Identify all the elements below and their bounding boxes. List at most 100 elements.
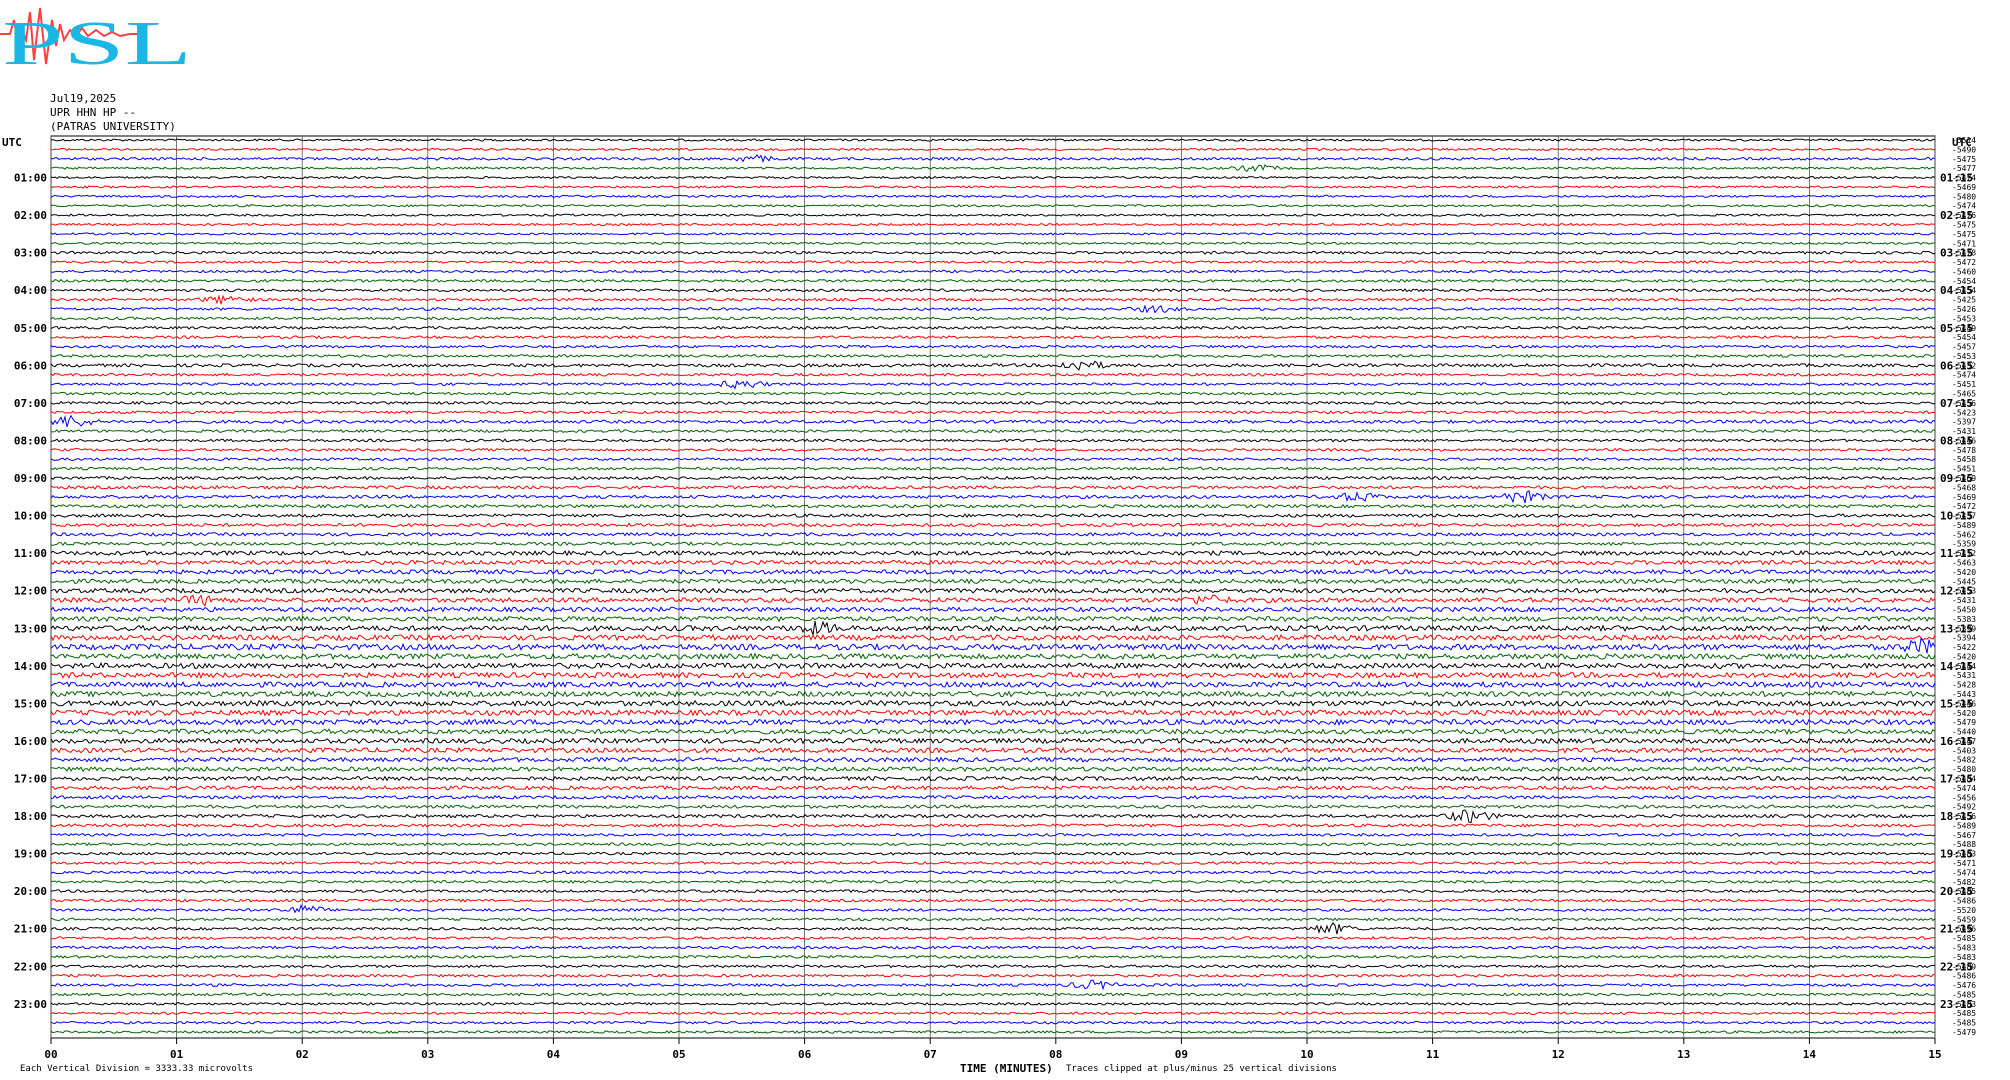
left-hour-label: 10:00 bbox=[14, 510, 47, 523]
trace-line bbox=[50, 513, 1936, 518]
trace-line bbox=[50, 185, 1936, 189]
right-hour-label: 19:15 bbox=[1940, 848, 1973, 861]
right-hour-label: 09:15 bbox=[1940, 472, 1973, 485]
trace-offset-label: -5460 bbox=[1952, 267, 1976, 276]
x-tick-label: 04 bbox=[547, 1048, 561, 1061]
trace-line bbox=[50, 503, 1936, 509]
trace-line bbox=[50, 718, 1936, 726]
right-hour-label: 10:15 bbox=[1940, 510, 1973, 523]
trace-line bbox=[50, 973, 1936, 978]
trace-line bbox=[50, 1001, 1936, 1006]
trace-line bbox=[50, 889, 1936, 894]
trace-offset-label: -5457 bbox=[1952, 343, 1976, 352]
trace-line bbox=[51, 992, 1936, 997]
right-hour-label: 08:15 bbox=[1940, 434, 1973, 447]
x-axis-title: TIME (MINUTES) bbox=[960, 1062, 1053, 1075]
left-hour-label: 09:00 bbox=[14, 472, 47, 485]
trace-line bbox=[50, 587, 1936, 594]
trace-line bbox=[50, 372, 1936, 377]
right-hour-label: 04:15 bbox=[1940, 284, 1973, 297]
trace-line bbox=[50, 922, 1936, 935]
trace-offset-label: -5514 bbox=[1952, 136, 1976, 145]
trace-offset-label: -5475 bbox=[1952, 155, 1976, 164]
x-tick-label: 15 bbox=[1928, 1048, 1941, 1061]
trace-line bbox=[50, 979, 1936, 991]
trace-line bbox=[50, 269, 1936, 274]
trace-line bbox=[50, 879, 1936, 884]
trace-line bbox=[50, 550, 1936, 557]
trace-offset-label: -5422 bbox=[1952, 643, 1976, 652]
trace-line bbox=[50, 917, 1936, 922]
trace-line bbox=[50, 945, 1936, 950]
trace-line bbox=[50, 964, 1936, 969]
trace-line bbox=[50, 652, 1936, 661]
trace-line bbox=[50, 559, 1936, 566]
trace-line bbox=[50, 1011, 1936, 1016]
trace-offset-label: -5428 bbox=[1952, 681, 1976, 690]
trace-line bbox=[50, 260, 1936, 264]
trace-line bbox=[50, 775, 1936, 782]
x-tick-label: 00 bbox=[44, 1048, 57, 1061]
trace-line bbox=[51, 954, 1936, 959]
trace-line bbox=[50, 522, 1936, 528]
trace-line bbox=[50, 936, 1936, 941]
trace-line bbox=[50, 804, 1936, 809]
right-hour-label: 22:15 bbox=[1940, 960, 1973, 973]
right-hour-label: 21:15 bbox=[1940, 923, 1973, 936]
trace-offset-label: -5475 bbox=[1952, 230, 1976, 239]
trace-line bbox=[50, 531, 1936, 537]
trace-offset-label: -5479 bbox=[1952, 1028, 1976, 1037]
trace-line bbox=[50, 475, 1936, 481]
helicorder-plot: UTC UTC TIME (MINUTES) 00 01 02 03 04 05 06 07 0… bbox=[2, 135, 1976, 1075]
trace-line bbox=[50, 541, 1936, 547]
trace-line bbox=[50, 594, 1936, 607]
left-hour-label: 16:00 bbox=[14, 735, 47, 748]
trace-line bbox=[50, 288, 1936, 293]
trace-offset-label: -5456 bbox=[1952, 793, 1976, 802]
trace-line bbox=[50, 620, 1936, 636]
trace-line bbox=[50, 823, 1936, 828]
x-tick-label: 08 bbox=[1049, 1048, 1062, 1061]
trace-offset-label: -5479 bbox=[1952, 718, 1976, 727]
trace-line bbox=[50, 400, 1936, 405]
right-hour-label: 16:15 bbox=[1940, 735, 1973, 748]
left-hour-label: 07:00 bbox=[14, 397, 47, 410]
trace-line bbox=[50, 222, 1936, 227]
left-hour-label: 04:00 bbox=[14, 284, 47, 297]
left-hour-label: 01:00 bbox=[14, 172, 47, 185]
clip-note: Traces clipped at plus/minus 25 vertical… bbox=[1066, 1064, 1337, 1074]
x-tick-label: 06 bbox=[798, 1048, 812, 1061]
trace-offset-label: -5458 bbox=[1952, 455, 1976, 464]
trace-line bbox=[50, 568, 1936, 576]
trace-line bbox=[50, 870, 1936, 875]
left-hour-label: 06:00 bbox=[14, 359, 47, 372]
trace-line bbox=[50, 756, 1936, 763]
trace-line bbox=[50, 785, 1936, 791]
right-hour-label: 07:15 bbox=[1940, 397, 1973, 410]
right-hour-label: 03:15 bbox=[1940, 247, 1973, 260]
trace-line bbox=[50, 447, 1936, 452]
trace-offset-label: -5397 bbox=[1952, 418, 1976, 427]
trace-line bbox=[50, 325, 1936, 330]
left-hour-label: 02:00 bbox=[14, 209, 47, 222]
trace-line bbox=[50, 904, 1936, 914]
trace-line bbox=[50, 335, 1936, 340]
trace-offset-label: -5462 bbox=[1952, 530, 1976, 539]
trace-line bbox=[50, 278, 1936, 283]
trace-line bbox=[50, 250, 1936, 255]
right-hour-label: 06:15 bbox=[1940, 359, 1973, 372]
left-hour-label: 11:00 bbox=[14, 547, 47, 560]
x-tick-label: 01 bbox=[170, 1048, 184, 1061]
left-hour-label: 17:00 bbox=[14, 772, 47, 785]
trace-offset-label: -5469 bbox=[1952, 493, 1976, 502]
trace-offset-label: -5480 bbox=[1952, 192, 1976, 201]
trace-line bbox=[50, 466, 1936, 471]
right-hour-label: 17:15 bbox=[1940, 772, 1973, 785]
trace-line bbox=[50, 633, 1936, 642]
trace-offset-label: -5490 bbox=[1952, 145, 1976, 154]
trace-line bbox=[50, 680, 1936, 689]
trace-line bbox=[50, 391, 1936, 396]
right-hour-label: 14:15 bbox=[1940, 660, 1973, 673]
left-hour-label: 15:00 bbox=[14, 697, 47, 710]
trace-offset-label: -5520 bbox=[1952, 906, 1976, 915]
